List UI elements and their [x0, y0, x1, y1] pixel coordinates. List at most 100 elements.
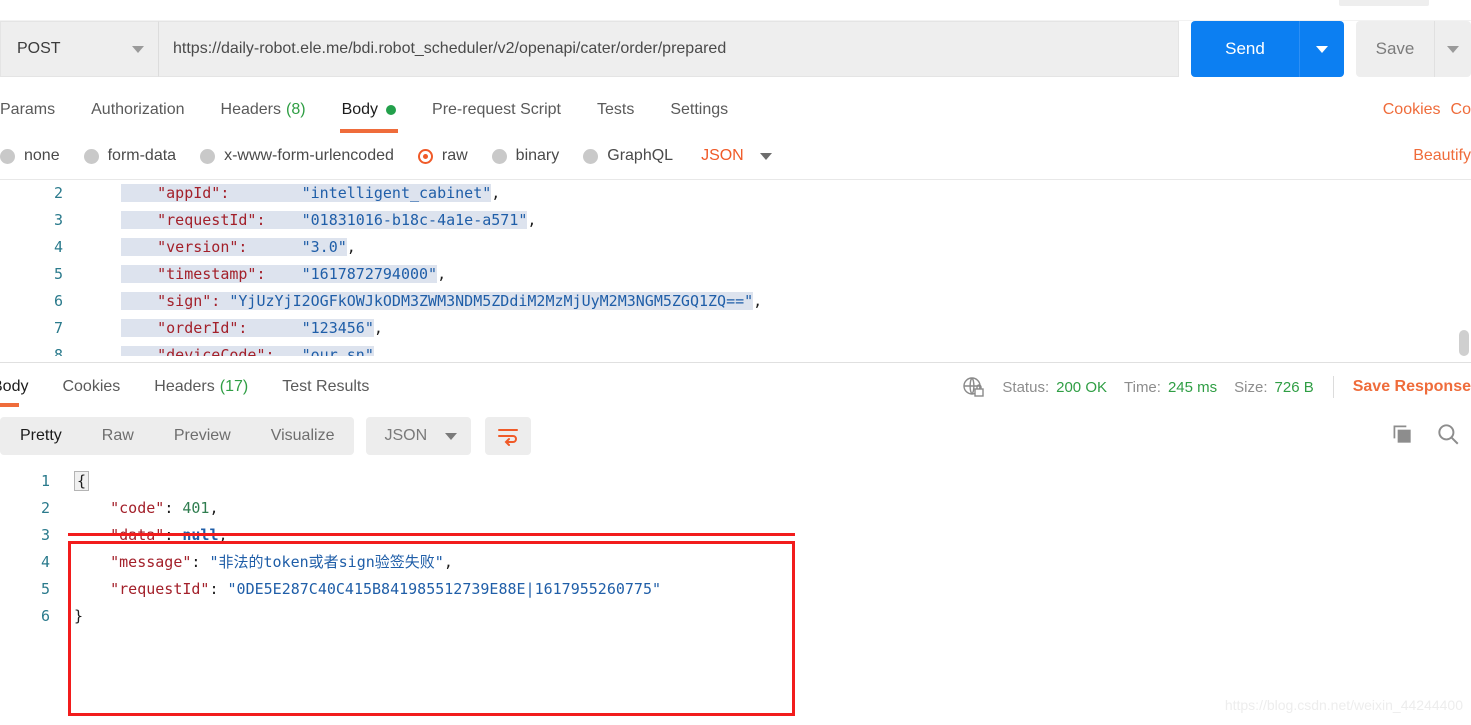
line-number: 5 — [0, 576, 50, 603]
send-button-group: Send — [1191, 21, 1344, 77]
json-comma: , — [374, 319, 383, 337]
body-type-label: form-data — [108, 147, 176, 165]
time-value: 245 ms — [1168, 379, 1217, 396]
code-link[interactable]: Co — [1451, 101, 1471, 119]
line-number: 2 — [0, 180, 63, 207]
response-tab-headers[interactable]: Headers (17) — [137, 363, 265, 411]
chevron-down-icon — [445, 433, 457, 440]
response-format-label: JSON — [384, 427, 427, 445]
line-number: 2 — [0, 495, 50, 522]
response-format-select[interactable]: JSON — [366, 417, 471, 455]
response-view-mode-group: Pretty Raw Preview Visualize — [0, 417, 354, 455]
beautify-link[interactable]: Beautify — [1413, 147, 1471, 165]
tab-label: Tests — [597, 101, 634, 119]
line-number: 4 — [0, 234, 63, 261]
body-present-dot-icon — [386, 105, 396, 115]
response-tab-test-results[interactable]: Test Results — [265, 363, 386, 411]
json-value: "01831016-b18c-4a1e-a571" — [302, 211, 528, 229]
json-value: "0DE5E287C40C415B841985512739E88E|161795… — [228, 580, 661, 598]
radio-icon — [583, 149, 598, 164]
globe-lock-icon[interactable] — [961, 375, 985, 399]
json-comma: , — [753, 292, 762, 310]
code-line: "sign": "YjUzYjI2OGFkOWJkODM3ZWM3NDM5ZDd… — [121, 288, 1471, 315]
json-space — [247, 319, 301, 337]
view-mode-preview[interactable]: Preview — [154, 417, 251, 455]
code-line: "timestamp": "1617872794000", — [121, 261, 1471, 288]
request-editor-scrollbar[interactable] — [1459, 330, 1469, 356]
body-type-binary[interactable]: binary — [492, 147, 560, 165]
search-icon[interactable] — [1435, 421, 1461, 452]
json-comma: , — [444, 553, 453, 571]
save-options-button[interactable] — [1434, 21, 1471, 77]
request-body-editor[interactable]: 2 3 4 5 6 7 8 "appId": "intelligent_cabi… — [0, 179, 1471, 362]
response-code-lines: { "code": 401, "data": null, "message": … — [74, 468, 661, 630]
json-key: "code" — [110, 499, 164, 517]
copy-icon[interactable] — [1389, 421, 1415, 452]
line-number: 7 — [0, 315, 63, 342]
window-top-strip — [0, 0, 1471, 21]
request-tabbar-links: Cookies Co — [1383, 87, 1471, 133]
chevron-down-icon — [132, 46, 144, 53]
line-number: 3 — [0, 522, 50, 549]
json-value: "3.0" — [302, 238, 347, 256]
json-open-brace: { — [74, 471, 89, 491]
body-type-graphql[interactable]: GraphQL — [583, 147, 673, 165]
json-comma: , — [209, 499, 218, 517]
response-body-viewer[interactable]: 1 2 3 4 5 6 { "code": 401, "data": null,… — [0, 461, 1471, 657]
size-label: Size: — [1234, 379, 1267, 396]
json-key: "appId": — [157, 184, 229, 202]
radio-icon — [200, 149, 215, 164]
time-label: Time: — [1124, 379, 1161, 396]
code-line: "code": 401, — [74, 495, 661, 522]
send-options-button[interactable] — [1299, 21, 1344, 77]
body-format-label: JSON — [701, 147, 744, 165]
tab-settings[interactable]: Settings — [652, 87, 746, 133]
tab-authorization[interactable]: Authorization — [73, 87, 202, 133]
body-type-urlencoded[interactable]: x-www-form-urlencoded — [200, 147, 394, 165]
wrap-lines-button[interactable] — [485, 417, 531, 455]
view-mode-pretty[interactable]: Pretty — [0, 417, 82, 455]
body-type-label: raw — [442, 147, 468, 165]
json-space — [247, 238, 301, 256]
code-line: "appId": "intelligent_cabinet", — [121, 180, 1471, 207]
view-mode-raw[interactable]: Raw — [82, 417, 154, 455]
tab-label: Pre-request Script — [432, 101, 561, 119]
tab-tests[interactable]: Tests — [579, 87, 652, 133]
tab-body[interactable]: Body — [324, 87, 414, 133]
url-input[interactable]: https://daily-robot.ele.me/bdi.robot_sch… — [159, 21, 1179, 77]
body-format-select[interactable]: JSON — [701, 147, 772, 165]
annotation-underline — [68, 533, 795, 536]
http-method-select[interactable]: POST — [0, 21, 159, 77]
body-type-form-data[interactable]: form-data — [84, 147, 176, 165]
tab-pre-request-script[interactable]: Pre-request Script — [414, 87, 579, 133]
json-comma: , — [437, 265, 446, 283]
save-response-button[interactable]: Save Response — [1353, 378, 1471, 396]
json-key: "timestamp": — [157, 265, 265, 283]
request-url-row: POST https://daily-robot.ele.me/bdi.robo… — [0, 21, 1471, 87]
line-number: 1 — [0, 468, 50, 495]
cookies-link[interactable]: Cookies — [1383, 101, 1441, 119]
code-line: "requestId": "0DE5E287C40C415B8419855127… — [74, 576, 661, 603]
tab-headers[interactable]: Headers (8) — [203, 87, 324, 133]
json-space — [266, 211, 302, 229]
body-type-raw[interactable]: raw — [418, 147, 468, 165]
tab-params[interactable]: Params — [0, 87, 73, 133]
tab-label: Body — [342, 101, 378, 119]
send-button[interactable]: Send — [1191, 21, 1299, 77]
json-value: "YjUzYjI2OGFkOWJkODM3ZWM3NDM5ZDdiM2MzMjU… — [229, 292, 753, 310]
chevron-down-icon — [760, 153, 772, 160]
response-tab-body[interactable]: Body — [0, 363, 45, 411]
response-tab-cookies[interactable]: Cookies — [45, 363, 137, 411]
save-button[interactable]: Save — [1356, 21, 1434, 77]
json-value: "非法的token或者sign验签失败" — [209, 553, 443, 571]
code-line: "requestId": "01831016-b18c-4a1e-a571", — [121, 207, 1471, 234]
http-method-label: POST — [17, 40, 61, 58]
json-comma: , — [347, 238, 356, 256]
body-type-none[interactable]: none — [0, 147, 60, 165]
line-number: 4 — [0, 549, 50, 576]
code-line: "version": "3.0", — [121, 234, 1471, 261]
status-label: Status: — [1002, 379, 1049, 396]
json-space — [229, 184, 301, 202]
view-mode-visualize[interactable]: Visualize — [251, 417, 355, 455]
json-value: 401 — [182, 499, 209, 517]
